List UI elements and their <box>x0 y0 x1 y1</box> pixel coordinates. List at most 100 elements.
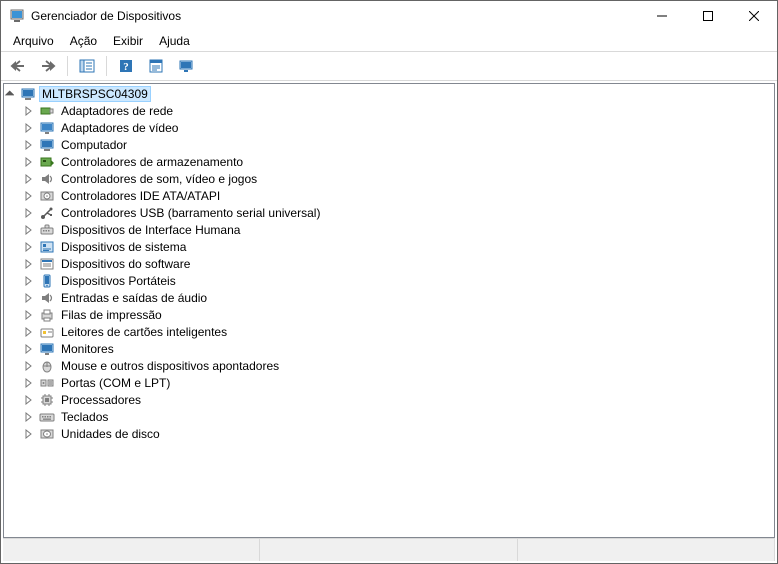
tree-node-label: Processadores <box>59 393 143 407</box>
expand-collapse-icon[interactable] <box>23 225 39 235</box>
system-device-icon <box>39 239 55 255</box>
tree-node[interactable]: Adaptadores de rede <box>4 102 774 119</box>
tree-node[interactable]: Computador <box>4 136 774 153</box>
tree-node[interactable]: Controladores de armazenamento <box>4 153 774 170</box>
expand-collapse-icon[interactable] <box>23 259 39 269</box>
maximize-button[interactable] <box>685 1 731 31</box>
tree-node[interactable]: Teclados <box>4 408 774 425</box>
back-icon <box>10 58 26 74</box>
tree-root-node[interactable]: MLTBRSPSC04309 <box>4 85 774 102</box>
expand-collapse-icon[interactable] <box>23 361 39 371</box>
tree-node[interactable]: Monitores <box>4 340 774 357</box>
tree-node-label: MLTBRSPSC04309 <box>40 87 150 101</box>
expand-collapse-icon[interactable] <box>23 293 39 303</box>
software-device-icon <box>39 256 55 272</box>
close-button[interactable] <box>731 1 777 31</box>
ports-icon <box>39 375 55 391</box>
status-cell <box>3 539 260 561</box>
toolbar-separator <box>67 56 68 76</box>
tree-node-label: Adaptadores de vídeo <box>59 121 180 135</box>
network-adapter-icon <box>39 103 55 119</box>
expand-collapse-icon[interactable] <box>23 123 39 133</box>
back-button[interactable] <box>5 54 31 78</box>
window-controls <box>639 1 777 31</box>
tree-node[interactable]: Adaptadores de vídeo <box>4 119 774 136</box>
tree-node-label: Controladores USB (barramento serial uni… <box>59 206 322 220</box>
tree-node-label: Dispositivos Portáteis <box>59 274 178 288</box>
tree-node[interactable]: Entradas e saídas de áudio <box>4 289 774 306</box>
toolbar-separator <box>106 56 107 76</box>
tree-node[interactable]: Controladores USB (barramento serial uni… <box>4 204 774 221</box>
tree-node[interactable]: Processadores <box>4 391 774 408</box>
expand-collapse-icon[interactable] <box>23 276 39 286</box>
properties-button[interactable] <box>143 54 169 78</box>
keyboard-icon <box>39 409 55 425</box>
device-tree[interactable]: MLTBRSPSC04309 Adaptadores de rede Adaptad… <box>3 83 775 538</box>
expand-collapse-icon[interactable] <box>23 429 39 439</box>
expand-collapse-icon[interactable] <box>23 174 39 184</box>
ide-controller-icon <box>39 188 55 204</box>
device-manager-window: Gerenciador de Dispositivos Arquivo Ação… <box>0 0 778 564</box>
forward-icon <box>40 58 56 74</box>
print-queue-icon <box>39 307 55 323</box>
expand-collapse-icon[interactable] <box>23 191 39 201</box>
tree-node[interactable]: Dispositivos do software <box>4 255 774 272</box>
menu-ajuda[interactable]: Ajuda <box>151 32 198 50</box>
expand-collapse-icon[interactable] <box>23 412 39 422</box>
tree-node-label: Entradas e saídas de áudio <box>59 291 209 305</box>
usb-controller-icon <box>39 205 55 221</box>
tree-node-label: Dispositivos do software <box>59 257 192 271</box>
tree-node[interactable]: Controladores IDE ATA/ATAPI <box>4 187 774 204</box>
menu-exibir[interactable]: Exibir <box>105 32 151 50</box>
tree-node[interactable]: Mouse e outros dispositivos apontadores <box>4 357 774 374</box>
tree-node-label: Dispositivos de Interface Humana <box>59 223 242 237</box>
tree-node[interactable]: Dispositivos de Interface Humana <box>4 221 774 238</box>
expand-collapse-icon[interactable] <box>23 395 39 405</box>
status-bar <box>3 538 775 561</box>
tree-node-label: Mouse e outros dispositivos apontadores <box>59 359 281 373</box>
status-cell <box>260 539 517 561</box>
processor-icon <box>39 392 55 408</box>
expand-collapse-icon[interactable] <box>23 157 39 167</box>
tree-node-label: Teclados <box>59 410 110 424</box>
tree-node-label: Monitores <box>59 342 116 356</box>
tree-node-label: Computador <box>59 138 129 152</box>
tree-node[interactable]: Unidades de disco <box>4 425 774 442</box>
tree-node-label: Filas de impressão <box>59 308 164 322</box>
help-button[interactable]: ? <box>113 54 139 78</box>
expand-collapse-icon[interactable] <box>4 89 20 99</box>
show-hide-console-tree-button[interactable] <box>74 54 100 78</box>
expand-collapse-icon[interactable] <box>23 242 39 252</box>
menubar: Arquivo Ação Exibir Ajuda <box>1 31 777 51</box>
portable-device-icon <box>39 273 55 289</box>
window-title: Gerenciador de Dispositivos <box>31 9 639 23</box>
scan-hardware-button[interactable] <box>173 54 199 78</box>
computer-root-icon <box>20 86 36 102</box>
monitor-icon <box>39 341 55 357</box>
expand-collapse-icon[interactable] <box>23 208 39 218</box>
menu-acao[interactable]: Ação <box>62 32 105 50</box>
tree-node-label: Controladores IDE ATA/ATAPI <box>59 189 222 203</box>
expand-collapse-icon[interactable] <box>23 378 39 388</box>
storage-controller-icon <box>39 154 55 170</box>
tree-node-label: Controladores de armazenamento <box>59 155 245 169</box>
tree-node[interactable]: Controladores de som, vídeo e jogos <box>4 170 774 187</box>
status-cell <box>518 539 775 561</box>
forward-button[interactable] <box>35 54 61 78</box>
tree-node-label: Adaptadores de rede <box>59 104 175 118</box>
tree-node[interactable]: Dispositivos de sistema <box>4 238 774 255</box>
tree-node[interactable]: Leitores de cartões inteligentes <box>4 323 774 340</box>
tree-node[interactable]: Filas de impressão <box>4 306 774 323</box>
menu-arquivo[interactable]: Arquivo <box>5 32 62 50</box>
tree-node[interactable]: Portas (COM e LPT) <box>4 374 774 391</box>
hid-icon <box>39 222 55 238</box>
expand-collapse-icon[interactable] <box>23 310 39 320</box>
scan-hardware-icon <box>178 58 194 74</box>
expand-collapse-icon[interactable] <box>23 106 39 116</box>
minimize-button[interactable] <box>639 1 685 31</box>
expand-collapse-icon[interactable] <box>23 327 39 337</box>
app-icon <box>9 8 25 24</box>
expand-collapse-icon[interactable] <box>23 140 39 150</box>
expand-collapse-icon[interactable] <box>23 344 39 354</box>
tree-node[interactable]: Dispositivos Portáteis <box>4 272 774 289</box>
